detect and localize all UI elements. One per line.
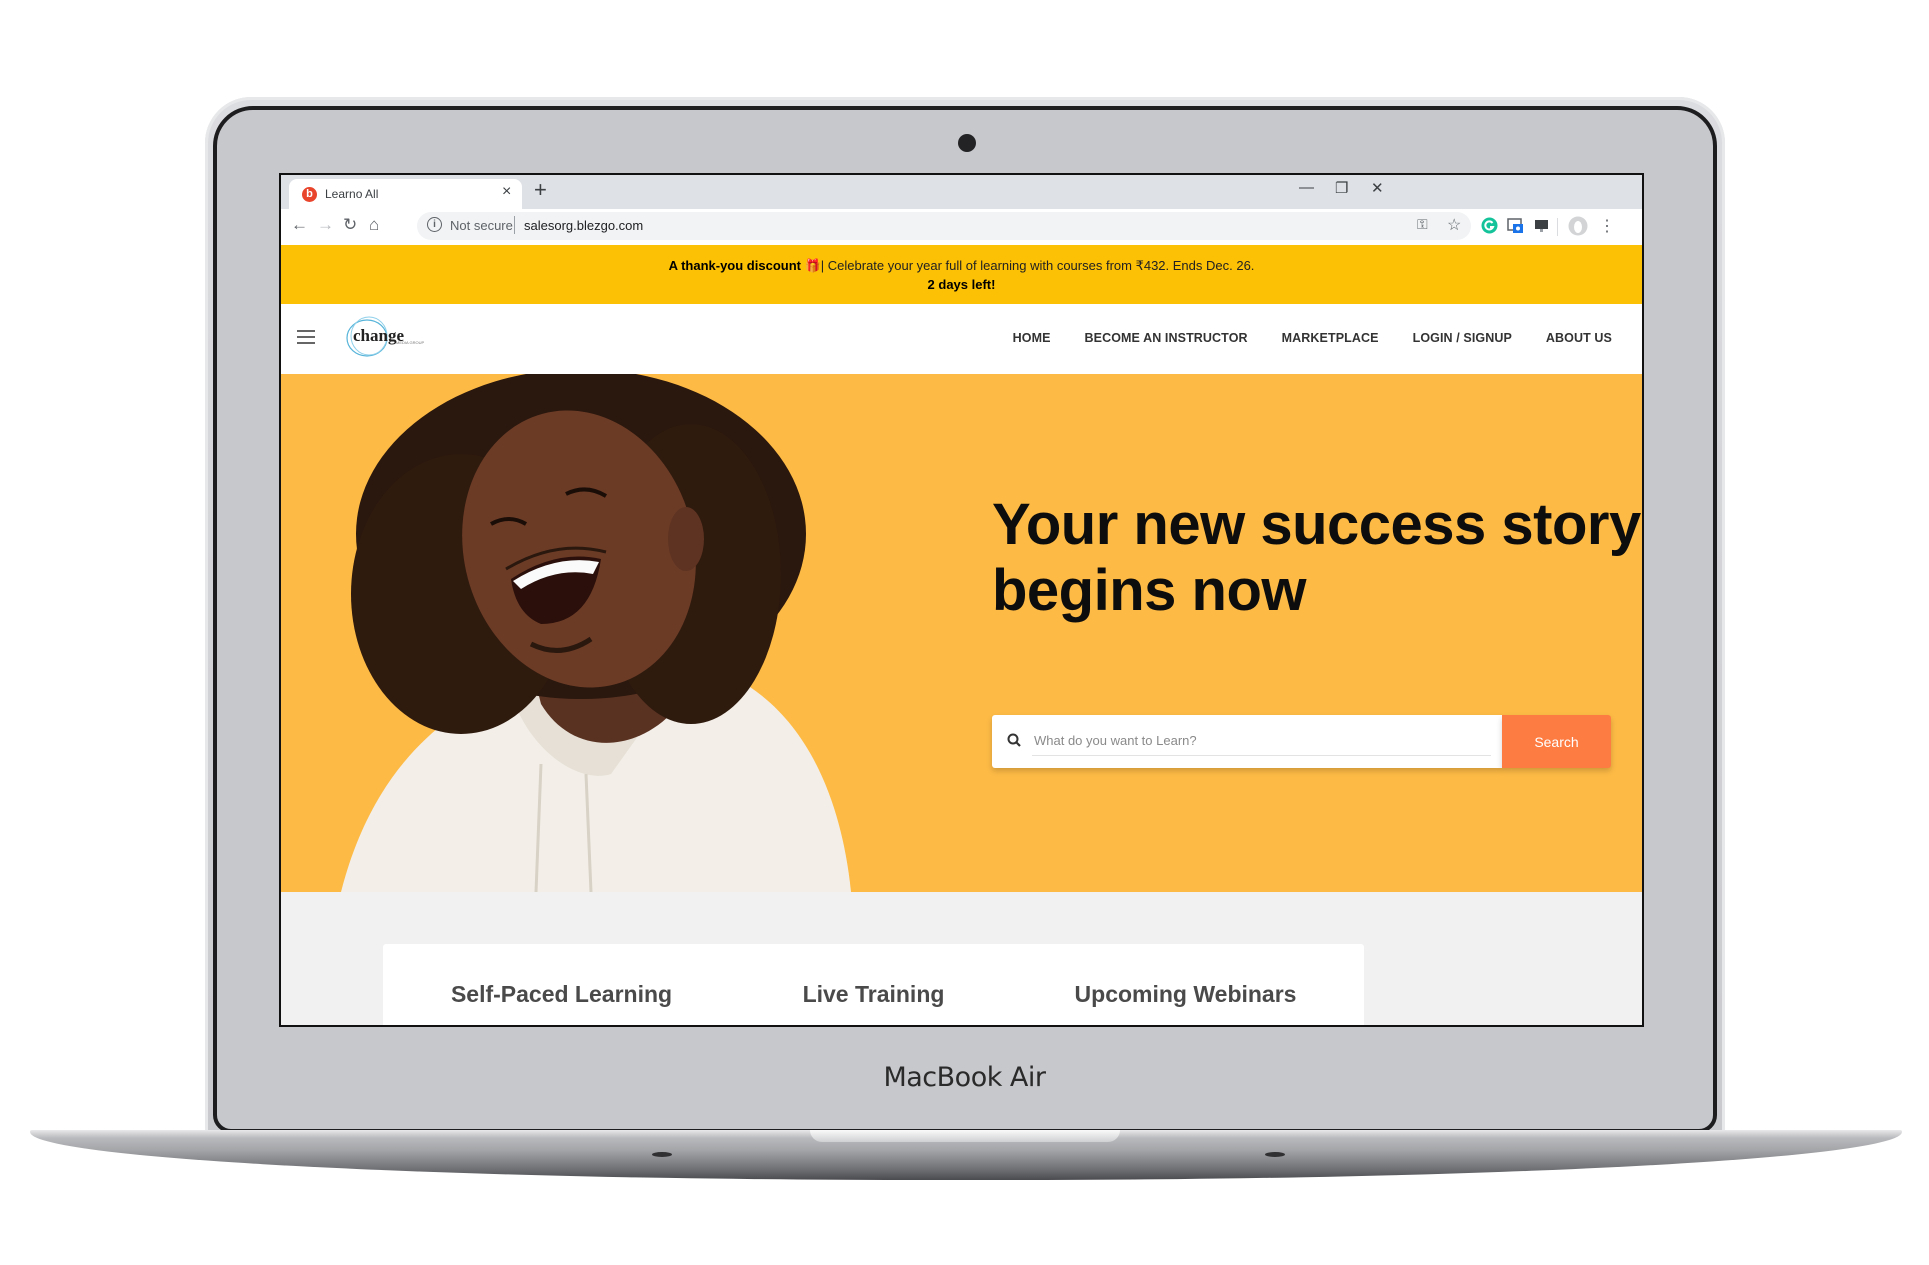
site-header: change MEDIA GROUP HOME BECOME AN INSTRU… — [281, 304, 1642, 374]
feature-cards-section: Self-Paced Learning Live Training Upcomi… — [281, 892, 1642, 1025]
banner-countdown: 2 days left! — [927, 277, 996, 292]
home-button[interactable]: ⌂ — [369, 215, 379, 235]
bookmark-star-icon[interactable]: ☆ — [1447, 215, 1461, 235]
gift-icon: 🎁 — [804, 258, 821, 273]
logo-subtext: MEDIA GROUP — [396, 340, 425, 345]
card-self-paced-learning[interactable]: Self-Paced Learning — [383, 944, 740, 1025]
url-text[interactable]: salesorg.blezgo.com — [524, 218, 643, 233]
hero-headline: Your new success story begins now — [992, 492, 1641, 623]
laptop-foot-left — [652, 1152, 672, 1157]
info-icon[interactable]: i — [427, 217, 442, 232]
new-tab-button[interactable]: + — [534, 177, 547, 203]
toolbar-divider — [1557, 218, 1558, 236]
laptop-foot-right — [1265, 1152, 1285, 1157]
nav-marketplace[interactable]: MARKETPLACE — [1282, 331, 1379, 345]
address-bar[interactable]: i Not secure salesorg.blezgo.com ⚿ ☆ — [417, 212, 1471, 240]
close-window-button[interactable]: ✕ — [1371, 179, 1384, 197]
nav-about-us[interactable]: ABOUT US — [1546, 331, 1612, 345]
restore-button[interactable]: ❐ — [1335, 179, 1348, 197]
laptop-brand-label: MacBook Air — [883, 1062, 1046, 1093]
site-favicon-icon: b — [302, 187, 317, 202]
browser-tab-strip: b Learno All × + — ❐ ✕ — [281, 175, 1642, 209]
nav-home[interactable]: HOME — [1013, 331, 1051, 345]
forward-button[interactable]: → — [317, 215, 334, 235]
search-input[interactable] — [1032, 725, 1491, 756]
key-icon[interactable]: ⚿ — [1417, 216, 1428, 233]
screenshot-extension-icon[interactable] — [1507, 217, 1524, 234]
omnibox-divider — [514, 216, 515, 234]
minimize-button[interactable]: — — [1299, 179, 1314, 196]
main-menu: HOME BECOME AN INSTRUCTOR MARKETPLACE LO… — [1013, 331, 1612, 345]
back-button[interactable]: ← — [291, 215, 308, 235]
grammarly-icon[interactable] — [1481, 217, 1498, 234]
hamburger-menu-icon[interactable] — [297, 330, 315, 344]
site-logo[interactable]: change MEDIA GROUP — [343, 314, 437, 362]
webcam — [958, 134, 976, 152]
reload-button[interactable]: ↻ — [343, 215, 357, 235]
laptop-screen: b Learno All × + — ❐ ✕ ← → ↻ ⌂ i Not sec… — [279, 173, 1644, 1027]
search-bar — [992, 715, 1502, 768]
nav-become-instructor[interactable]: BECOME AN INSTRUCTOR — [1085, 331, 1248, 345]
search-icon — [1007, 733, 1021, 747]
tab-close-icon[interactable]: × — [502, 183, 511, 201]
tab-title: Learno All — [325, 187, 379, 201]
banner-text: | Celebrate your year full of learning w… — [820, 258, 1255, 273]
hero-section: Your new success story begins now Search — [281, 374, 1642, 892]
card-upcoming-webinars[interactable]: Upcoming Webinars — [1007, 944, 1364, 1025]
laptop-hinge-notch — [810, 1130, 1120, 1142]
browser-toolbar: ← → ↻ ⌂ i Not secure salesorg.blezgo.com… — [281, 209, 1642, 245]
browser-tab[interactable]: b Learno All × — [289, 179, 522, 209]
search-button[interactable]: Search — [1502, 715, 1611, 768]
promo-banner: A thank-you discount 🎁| Celebrate your y… — [281, 245, 1642, 304]
card-live-training[interactable]: Live Training — [695, 944, 1052, 1025]
hero-person-photo — [341, 374, 851, 892]
security-status: Not secure — [450, 218, 513, 233]
banner-title: A thank-you discount — [668, 258, 801, 273]
nav-login-signup[interactable]: LOGIN / SIGNUP — [1413, 331, 1512, 345]
browser-menu-icon[interactable]: ⋮ — [1599, 216, 1615, 236]
cast-icon[interactable] — [1533, 217, 1550, 234]
profile-avatar[interactable] — [1568, 216, 1588, 236]
